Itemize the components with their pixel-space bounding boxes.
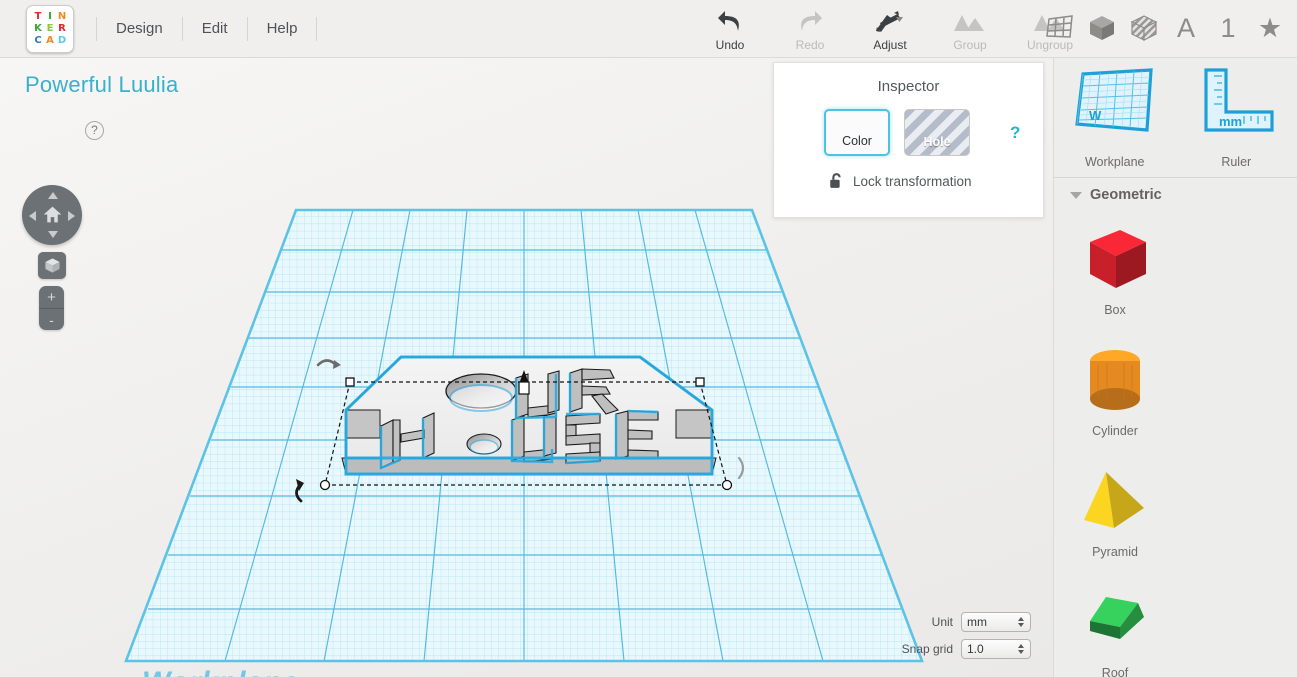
redo-button: Redo — [770, 4, 850, 52]
zoom-controls[interactable]: + - — [39, 286, 64, 330]
undo-label: Undo — [690, 38, 770, 52]
number-shape-icon[interactable]: 1 — [1209, 8, 1247, 48]
view-navigation-disc[interactable] — [22, 185, 82, 245]
snap-grid-value: 1.0 — [967, 642, 984, 656]
roof-icon — [1076, 578, 1154, 666]
snap-grid-select[interactable]: 1.0 — [961, 639, 1031, 659]
menu-item-design[interactable]: Design — [96, 17, 183, 41]
unlocked-padlock-icon — [829, 172, 844, 190]
zoom-in-button[interactable]: + — [39, 286, 64, 308]
hole-swatch-button[interactable]: Hole — [904, 109, 970, 156]
logo-letter-e-4: E — [45, 23, 56, 34]
nav-right-arrow-icon[interactable] — [68, 211, 75, 221]
unit-value: mm — [967, 615, 987, 629]
undo-button[interactable]: Undo — [690, 4, 770, 52]
ruler-tool[interactable]: mm Ruler — [1176, 66, 1297, 175]
tinkercad-logo[interactable]: TIN KER CAD — [26, 5, 74, 53]
unit-row: Unit mm — [932, 612, 1031, 632]
workplane-grid-icon[interactable] — [1041, 8, 1079, 48]
unit-stepper-icon[interactable] — [1018, 617, 1024, 627]
favorites-star-icon[interactable]: ★ — [1251, 8, 1289, 48]
shape-grid: Box Cylinder Pyramid Roof — [1054, 209, 1297, 677]
color-swatch-button[interactable]: Color — [824, 109, 890, 156]
roof-label: Roof — [1102, 666, 1128, 677]
svg-text:mm: mm — [1219, 114, 1242, 129]
workplane-tool-label: Workplane — [1054, 155, 1176, 169]
logo-letter-i-1: I — [45, 11, 56, 22]
collapse-triangle-icon[interactable] — [1070, 192, 1082, 199]
lock-transformation-label: Lock transformation — [853, 174, 972, 189]
snap-grid-row: Snap grid 1.0 — [902, 639, 1031, 659]
shape-pyramid[interactable]: Pyramid — [1054, 451, 1176, 572]
shape-box[interactable]: Box — [1054, 209, 1176, 330]
home-view-icon[interactable] — [42, 204, 63, 225]
shape-cylinder[interactable]: Cylinder — [1054, 330, 1176, 451]
cube-icon — [44, 257, 61, 274]
ruler-tool-label: Ruler — [1176, 155, 1297, 169]
geometric-section-title: Geometric — [1090, 187, 1162, 203]
box-icon — [1076, 215, 1154, 303]
text-shape-icon-glyph: A — [1177, 15, 1195, 42]
project-title[interactable]: Powerful Luulia — [25, 72, 178, 98]
logo-letter-k-3: K — [33, 23, 44, 34]
text-shape-icon[interactable]: A — [1167, 8, 1205, 48]
tinkercad-app: TINKERCAD DesignEditHelp Undo Redo Adjus… — [0, 0, 1297, 677]
cylinder-icon — [1076, 336, 1154, 424]
inspector-title: Inspector — [774, 78, 1043, 95]
redo-icon — [770, 9, 850, 35]
box-label: Box — [1104, 303, 1126, 317]
logo-letter-d-8: D — [57, 35, 68, 46]
adjust-label: Adjust — [850, 38, 930, 52]
inspector-panel: Inspector Color Hole ? Lock transformati… — [773, 62, 1044, 218]
inspector-help-icon[interactable]: ? — [1010, 123, 1020, 143]
nav-up-arrow-icon[interactable] — [48, 192, 58, 199]
nav-down-arrow-icon[interactable] — [48, 231, 58, 238]
pyramid-label: Pyramid — [1092, 545, 1138, 559]
group-icon — [930, 9, 1010, 35]
main-menu: DesignEditHelp — [96, 9, 317, 49]
logo-letter-t-0: T — [33, 11, 44, 22]
menu-item-help[interactable]: Help — [248, 17, 318, 41]
favorites-star-icon-glyph: ★ — [1258, 15, 1282, 42]
undo-icon — [690, 9, 770, 35]
inspector-swatch-row: Color Hole ? — [774, 109, 1043, 156]
shapes-panel: W Workplane mm Ruler — [1053, 58, 1297, 677]
number-shape-icon-glyph: 1 — [1220, 15, 1235, 42]
nav-left-arrow-icon[interactable] — [29, 211, 36, 221]
center-toolbar: Undo Redo Adjust Group Ungroup — [690, 4, 1090, 52]
snap-grid-label: Snap grid — [902, 642, 953, 656]
logo-letter-n-2: N — [57, 11, 68, 22]
top-bar: TINKERCAD DesignEditHelp Undo Redo Adjus… — [0, 0, 1297, 58]
workplane-tool-icon: W — [1071, 66, 1159, 146]
pyramid-icon — [1076, 457, 1154, 545]
solid-cube-icon[interactable] — [1083, 8, 1121, 48]
adjust-icon — [850, 9, 930, 35]
group-button: Group — [930, 4, 1010, 52]
shape-roof[interactable]: Roof — [1054, 572, 1176, 677]
geometric-section-header[interactable]: Geometric — [1054, 178, 1297, 209]
unit-select[interactable]: mm — [961, 612, 1031, 632]
logo-letter-r-5: R — [57, 23, 68, 34]
snap-stepper-icon[interactable] — [1018, 644, 1024, 654]
panel-tools-row: W Workplane mm Ruler — [1054, 58, 1297, 175]
menu-item-edit[interactable]: Edit — [183, 17, 248, 41]
zoom-out-button[interactable]: - — [39, 308, 64, 330]
canvas-help-button[interactable]: ? — [85, 121, 104, 140]
svg-text:W: W — [1089, 108, 1102, 123]
view-cube-button[interactable] — [38, 252, 66, 279]
adjust-button[interactable]: Adjust — [850, 4, 930, 52]
unit-label: Unit — [932, 615, 953, 629]
unit-controls: Unit mm Snap grid 1.0 — [902, 612, 1031, 659]
logo-letter-grid: TIN KER CAD — [33, 11, 68, 46]
cylinder-label: Cylinder — [1092, 424, 1138, 438]
redo-label: Redo — [770, 38, 850, 52]
logo-letter-a-7: A — [45, 35, 56, 46]
ruler-tool-icon: mm — [1192, 66, 1280, 146]
workplane-tool[interactable]: W Workplane — [1054, 66, 1176, 175]
logo-letter-c-6: C — [33, 35, 44, 46]
group-label: Group — [930, 38, 1010, 52]
shape-mode-toolbar: A1 ★ — [1041, 8, 1289, 48]
lock-transformation-row[interactable]: Lock transformation — [774, 172, 1043, 190]
hole-cube-icon[interactable] — [1125, 8, 1163, 48]
